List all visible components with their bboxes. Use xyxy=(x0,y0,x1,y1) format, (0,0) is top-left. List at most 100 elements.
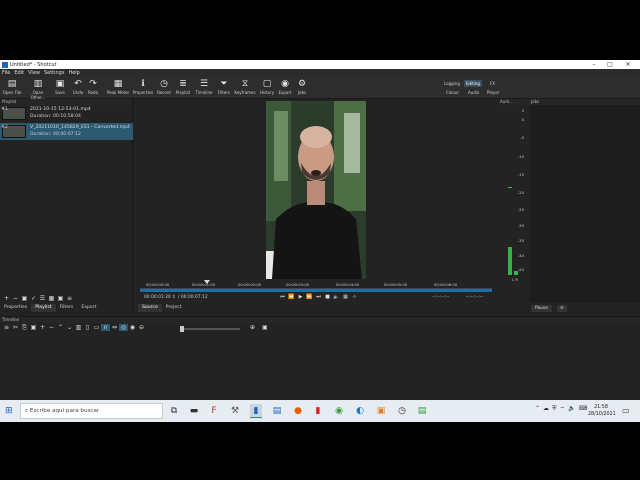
notification-icon[interactable]: ▭ xyxy=(622,406,630,415)
menu-view[interactable]: View xyxy=(28,70,40,76)
language-icon[interactable]: ⌨ xyxy=(579,405,588,413)
split-at-playhead-icon[interactable]: ▯ xyxy=(83,324,92,331)
ripple-all-icon[interactable]: ◎ xyxy=(119,324,128,331)
current-timecode[interactable]: 00:00:01:20 xyxy=(144,295,171,300)
show-hidden-icons[interactable]: ⌃ xyxy=(535,405,540,413)
paste-icon[interactable]: ▣ xyxy=(29,324,38,331)
tab-playlist[interactable]: Playlist xyxy=(31,304,56,312)
filezilla-icon[interactable]: F xyxy=(208,404,220,418)
playlist-item[interactable]: #2 V_20211010_145829_ES1 - Converted.mp4… xyxy=(0,123,133,140)
tab-properties[interactable]: Properties xyxy=(0,304,31,312)
volume-icon[interactable]: 🔈 xyxy=(332,294,341,300)
zoom-fit-icon[interactable]: ▣ xyxy=(262,324,268,331)
menu-help[interactable]: Help xyxy=(68,70,79,76)
firefox-icon[interactable]: ● xyxy=(292,404,304,418)
peak-meter-button[interactable]: ▦ Peak Meter xyxy=(106,79,130,98)
chrome-icon[interactable]: ◉ xyxy=(333,404,345,418)
tab-filters[interactable]: Filters xyxy=(56,304,78,312)
snap-icon[interactable]: ∩ xyxy=(101,324,110,331)
add-icon[interactable]: + xyxy=(2,295,11,302)
layout-player[interactable]: Player xyxy=(485,89,501,96)
lift-icon[interactable]: ⌃ xyxy=(56,324,65,331)
scrub-bar[interactable] xyxy=(140,289,492,292)
media-app-icon[interactable]: ▣ xyxy=(375,404,387,418)
zoom-icon[interactable]: ⊹ xyxy=(350,294,359,300)
remove-icon[interactable]: − xyxy=(11,295,20,302)
jobs-button[interactable]: ⚙ Jobs xyxy=(290,79,314,98)
timeline-zoom-slider[interactable] xyxy=(180,328,240,330)
menu-file[interactable]: File xyxy=(2,70,10,76)
layout-audio[interactable]: Audio xyxy=(466,89,481,96)
windows-start-icon[interactable]: ⊞ xyxy=(5,406,13,416)
grid-icon[interactable]: ▦ xyxy=(341,294,350,300)
zoom-out-icon[interactable]: ⊖ xyxy=(137,324,146,331)
jobs-menu-icon[interactable]: ≡ xyxy=(557,305,567,312)
document-app-icon[interactable]: ▤ xyxy=(271,404,283,418)
menu-settings[interactable]: Settings xyxy=(44,70,65,76)
play-icon[interactable]: ▶ xyxy=(296,294,305,300)
explorer-icon[interactable]: ▬ xyxy=(188,404,200,418)
notepad-app-icon[interactable]: ▤ xyxy=(416,404,428,418)
fast-forward-icon[interactable]: ⏩ xyxy=(305,294,314,300)
windows-taskbar: ⊞ ⌕ Escribe aquí para buscar ⧉ ▬ F ⚒ ▮ ▤… xyxy=(0,400,640,422)
shotcut-taskbar-icon[interactable]: ▮ xyxy=(250,404,262,418)
skip-to-previous-icon[interactable]: ⏮ xyxy=(278,294,287,300)
shield-icon[interactable]: ⛨ xyxy=(552,405,557,413)
split-icon[interactable]: ▥ xyxy=(74,324,83,331)
main-toolbar: ▤ Open File ▥ Open Other... ▣ Save ↶ Undo ↷ R… xyxy=(0,77,640,100)
minimize-button[interactable]: – xyxy=(586,60,602,69)
layout-colour[interactable]: Colour xyxy=(444,89,461,96)
volume-tray-icon[interactable]: 🔈 xyxy=(568,405,575,413)
wifi-icon[interactable]: ⌔ xyxy=(560,405,566,413)
layout-logging[interactable]: Logging xyxy=(442,80,462,87)
keyframes-button[interactable]: ⧖ Keyframes xyxy=(233,79,257,98)
overwrite-icon[interactable]: ⌄ xyxy=(65,324,74,331)
zoom-slider-handle[interactable] xyxy=(180,326,184,332)
tab-project[interactable]: Project xyxy=(162,304,186,312)
taskbar-search[interactable]: ⌕ Escribe aquí para buscar xyxy=(20,403,163,419)
edge-icon[interactable]: ◐ xyxy=(354,404,366,418)
ruler-tick-label: 00:00:04:00 xyxy=(336,282,360,287)
details-view-icon[interactable]: ☰ xyxy=(38,295,47,302)
spin-arrows-icon[interactable]: ⇕ xyxy=(172,295,176,300)
menu-icon[interactable]: ≡ xyxy=(65,295,74,302)
update-icon[interactable]: ▣ xyxy=(20,295,29,302)
tab-source[interactable]: Source xyxy=(138,304,162,312)
rewind-icon[interactable]: ⏪ xyxy=(287,294,296,300)
playhead-marker[interactable] xyxy=(203,280,210,284)
tiles-view-icon[interactable]: ▦ xyxy=(47,295,56,302)
playlist-item-duration: Duration: 00:10:58:04 xyxy=(30,114,81,119)
open-other-button[interactable]: ▥ Open Other... xyxy=(26,79,50,100)
append-icon[interactable]: + xyxy=(38,324,47,331)
remove-icon[interactable]: − xyxy=(47,324,56,331)
copy-icon[interactable]: ⎘ xyxy=(20,324,29,332)
task-view-icon[interactable]: ⧉ xyxy=(168,404,180,418)
playlist-item[interactable]: #1 2021-10-15 12-53-01.mp4 Duration: 00:… xyxy=(0,105,133,122)
viewer-ruler[interactable]: 00:00:00:00 00:00:01:00 00:00:02:00 00:0… xyxy=(140,281,492,289)
close-button[interactable]: ✕ xyxy=(620,60,636,69)
skip-to-next-icon[interactable]: ⏭ xyxy=(314,294,323,300)
clock-app-icon[interactable]: ◷ xyxy=(396,404,408,418)
menu-edit[interactable]: Edit xyxy=(14,70,24,76)
left-channel-level xyxy=(508,246,512,275)
layout-editing[interactable]: Editing xyxy=(464,80,482,87)
scrub-icon[interactable]: ⇔ xyxy=(110,324,119,331)
open-file-button[interactable]: ▤ Open File xyxy=(0,79,24,98)
zoom-in-icon[interactable]: ⊕ xyxy=(250,324,255,331)
ripple-icon[interactable]: ▭ xyxy=(92,324,101,331)
check-icon[interactable]: ✓ xyxy=(29,295,38,302)
tab-export[interactable]: Export xyxy=(77,304,100,312)
ripple-markers-icon[interactable]: ◉ xyxy=(128,324,137,331)
timeline-menu-icon[interactable]: ≡ xyxy=(2,324,11,331)
taskbar-clock[interactable]: 21:58 28/10/2021 xyxy=(588,404,616,418)
cloud-icon[interactable]: ☁ xyxy=(543,405,549,413)
meter-scale-label: 0 xyxy=(521,117,524,122)
pause-jobs-button[interactable]: Pause xyxy=(531,305,552,312)
stop-icon[interactable]: ■ xyxy=(323,294,332,300)
layout-fx[interactable]: FX xyxy=(488,80,497,87)
cut-icon[interactable]: ✂ xyxy=(11,324,20,331)
icons-view-icon[interactable]: ▣ xyxy=(56,295,65,302)
maximize-button[interactable]: □ xyxy=(602,60,618,69)
settings-tool-icon[interactable]: ⚒ xyxy=(229,404,241,418)
netflix-icon[interactable]: ▮ xyxy=(312,404,324,418)
